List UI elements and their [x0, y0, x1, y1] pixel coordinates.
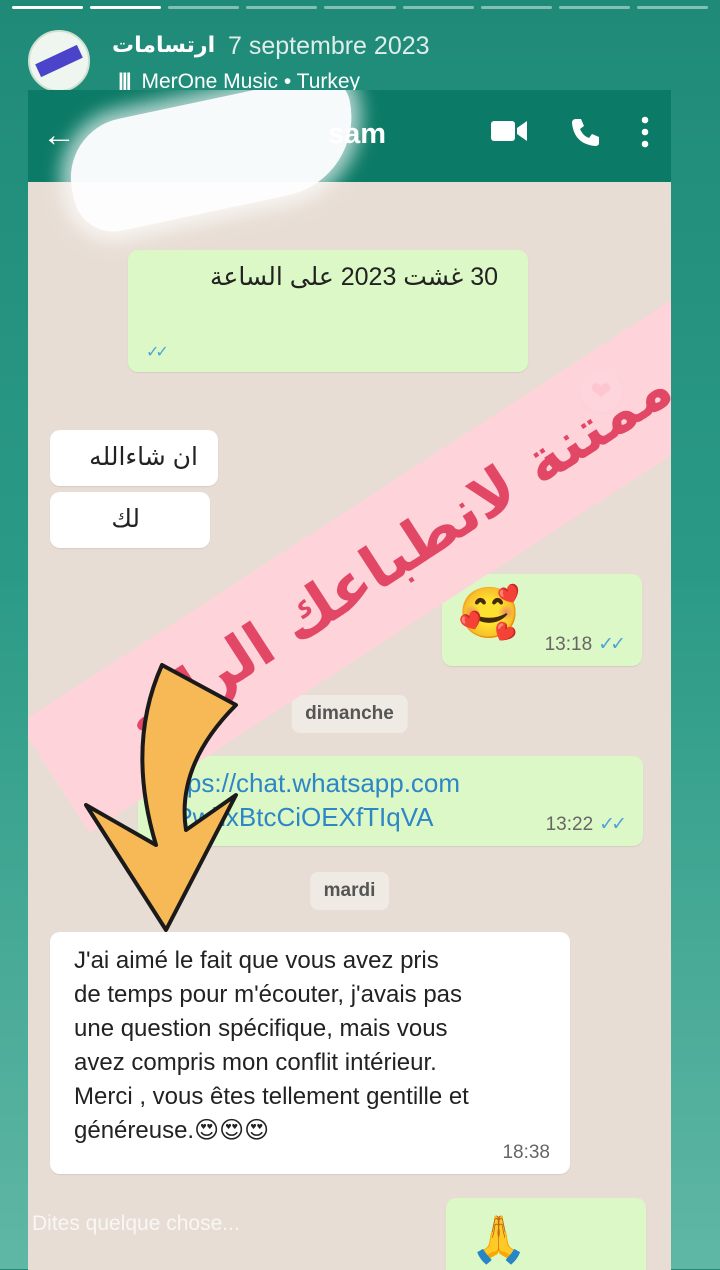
avatar-logo	[35, 44, 83, 78]
message-text: لك	[111, 505, 140, 533]
progress-segment	[636, 6, 708, 9]
message-outgoing: 30 غشت 2023 على الساعة ✓✓	[128, 250, 528, 372]
progress-segment	[246, 6, 318, 9]
message-incoming: J'ai aimé le fait que vous avez pris de …	[50, 932, 570, 1174]
message-time: 13:22	[545, 814, 594, 835]
message-line: avez compris mon conflit intérieur.	[74, 1049, 437, 1076]
progress-segment	[324, 6, 396, 9]
more-options-icon	[641, 116, 649, 148]
message-line: Merci , vous êtes tellement gentille et	[74, 1083, 469, 1110]
story-date: 7 septembre 2023	[228, 32, 430, 60]
double-check-icon: ✓✓	[146, 344, 169, 361]
video-call-icon	[491, 121, 527, 141]
avatar[interactable]	[28, 30, 90, 92]
back-arrow-icon: ←	[42, 116, 76, 154]
date-divider: dimanche	[291, 695, 408, 733]
message-line: une question spécifique, mais vous	[74, 1015, 448, 1042]
message-time: 13:18	[544, 634, 593, 655]
message-text: ان شاءالله	[89, 443, 198, 471]
message-line: J'ai aimé le fait que vous avez pris	[74, 947, 439, 974]
reply-input[interactable]: Dites quelque chose...	[32, 1212, 240, 1236]
message-incoming: ان شاءالله	[50, 430, 218, 486]
message-outgoing: 🥰 13:18 ✓✓	[442, 574, 642, 666]
message-emoji: 🥰	[458, 585, 521, 641]
story-username[interactable]: ارتسامات	[112, 32, 215, 58]
progress-segment	[90, 6, 162, 9]
arrow-down-icon	[84, 663, 238, 932]
progress-segment	[168, 6, 240, 9]
message-text: 30 غشت 2023 على الساعة	[210, 263, 498, 291]
message-line: généreuse.😍😍😍	[74, 1117, 270, 1144]
message-outgoing: 🙏	[446, 1198, 646, 1270]
double-check-icon: ✓✓	[598, 634, 626, 655]
story-progress	[12, 6, 708, 9]
progress-segment	[402, 6, 474, 9]
message-emoji: 🙏	[470, 1213, 528, 1265]
message-incoming: لك	[50, 492, 210, 548]
progress-segment	[558, 6, 630, 9]
message-meta: 13:22 ✓✓	[545, 813, 627, 836]
message-time: 18:38	[502, 1142, 550, 1163]
progress-segment	[480, 6, 552, 9]
message-line: de temps pour m'écouter, j'avais pas	[74, 981, 463, 1008]
date-divider: mardi	[309, 872, 390, 910]
message-meta: 13:18 ✓✓	[544, 633, 626, 656]
chat-header-actions	[491, 116, 649, 148]
progress-segment	[12, 6, 84, 9]
phone-icon	[572, 119, 599, 146]
double-check-icon: ✓✓	[599, 814, 627, 835]
message-text: J'ai aimé le fait que vous avez pris de …	[74, 944, 469, 1148]
whatsapp-screenshot: ← sam 30 غشت 2023 على الساعة ✓✓ ❤ ان شاء…	[28, 90, 671, 1270]
